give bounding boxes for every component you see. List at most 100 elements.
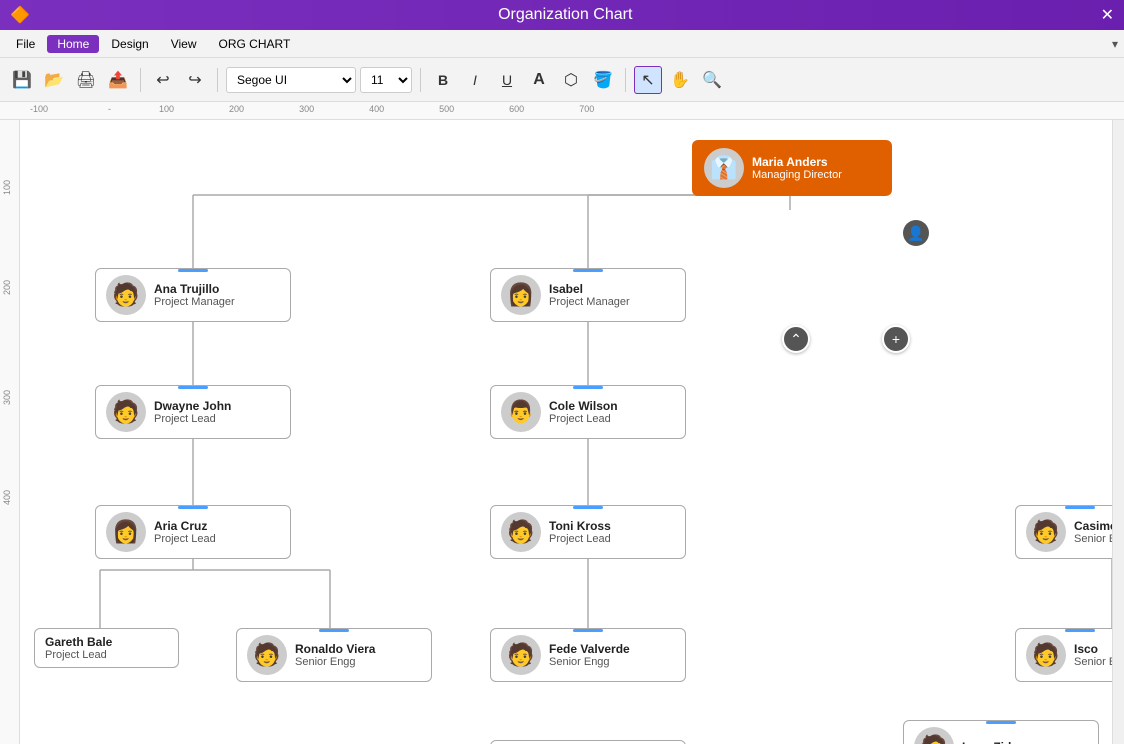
- avatar-luca: 🧑: [914, 727, 954, 744]
- left-ruler: 100 200 300 400: [0, 120, 20, 744]
- node-title-isco: Senior E...: [1074, 656, 1112, 668]
- avatar-isco: 🧑: [1026, 635, 1066, 675]
- separator-2: [217, 68, 218, 92]
- node-name-ronaldo: Ronaldo Viera: [295, 642, 375, 656]
- node-info-ronaldo: Ronaldo Viera Senior Engg: [295, 642, 375, 668]
- save-button[interactable]: 💾: [8, 66, 36, 94]
- zoom-tool-button[interactable]: 🔍: [698, 66, 726, 94]
- node-title-gareth: Project Lead: [45, 649, 112, 661]
- accent-bar-fede: [573, 629, 603, 632]
- avatar-ronaldo: 🧑: [247, 635, 287, 675]
- separator-3: [420, 68, 421, 92]
- node-bottom-placeholder[interactable]: [490, 740, 686, 744]
- node-info-ana: Ana Trujillo Project Manager: [154, 282, 235, 308]
- accent-bar-dwayne: [178, 386, 208, 389]
- accent-bar-toni: [573, 506, 603, 509]
- node-isabel[interactable]: 👩 Isabel Project Manager: [490, 268, 686, 322]
- node-name-isco: Isco: [1074, 642, 1112, 656]
- node-cole-wilson[interactable]: 👨 Cole Wilson Project Lead: [490, 385, 686, 439]
- node-title-aria: Project Lead: [154, 533, 216, 545]
- menu-file[interactable]: File: [6, 35, 45, 53]
- menubar: File Home Design View ORG CHART ▾: [0, 30, 1124, 58]
- node-casimer[interactable]: 🧑 Casimer Senior E...: [1015, 505, 1112, 559]
- menu-design[interactable]: Design: [101, 35, 158, 53]
- accent-bar-ana: [178, 269, 208, 272]
- close-button[interactable]: ✕: [1101, 5, 1114, 25]
- node-name-ana: Ana Trujillo: [154, 282, 235, 296]
- menu-home[interactable]: Home: [47, 35, 99, 53]
- node-ana-trujillo[interactable]: 🧑 Ana Trujillo Project Manager: [95, 268, 291, 322]
- node-luca-zidane[interactable]: 🧑 Luca Zidane: [903, 720, 1099, 744]
- node-maria-anders[interactable]: 👔 Maria Anders Managing Director: [692, 140, 892, 196]
- collapse-button[interactable]: ⌃: [782, 325, 810, 353]
- bold-button[interactable]: B: [429, 66, 457, 94]
- underline-button[interactable]: U: [493, 66, 521, 94]
- font-color-button[interactable]: A: [525, 66, 553, 94]
- node-name-fede: Fede Valverde: [549, 642, 630, 656]
- window-title: Organization Chart: [498, 6, 632, 24]
- node-name-dwayne: Dwayne John: [154, 399, 231, 413]
- avatar-dwayne: 🧑: [106, 392, 146, 432]
- node-name-casimer: Casimer: [1074, 519, 1112, 533]
- node-gareth-bale[interactable]: Gareth Bale Project Lead: [34, 628, 179, 668]
- toolbar: 💾 📂 🖨 📤 ↩ ↪ Segoe UI 11 B I U A ⬡ 🪣 ↖ ✋ …: [0, 58, 1124, 102]
- avatar-cole: 👨: [501, 392, 541, 432]
- share-button[interactable]: 📤: [104, 66, 132, 94]
- node-name-maria: Maria Anders: [752, 155, 842, 169]
- node-title-ronaldo: Senior Engg: [295, 656, 375, 668]
- accent-bar-isco: [1065, 629, 1095, 632]
- fill-color-button[interactable]: 🪣: [589, 66, 617, 94]
- menu-view[interactable]: View: [161, 35, 207, 53]
- node-isco[interactable]: 🧑 Isco Senior E...: [1015, 628, 1112, 682]
- open-button[interactable]: 📂: [40, 66, 68, 94]
- menu-orgchart[interactable]: ORG CHART: [209, 35, 301, 53]
- node-title-dwayne: Project Lead: [154, 413, 231, 425]
- redo-button[interactable]: ↪: [181, 66, 209, 94]
- node-info-luca: Luca Zidane: [962, 740, 1032, 744]
- node-fede-valverde[interactable]: 🧑 Fede Valverde Senior Engg: [490, 628, 686, 682]
- node-info-cole: Cole Wilson Project Lead: [549, 399, 618, 425]
- app-icon: 🔶: [10, 5, 30, 25]
- avatar-maria: 👔: [704, 148, 744, 188]
- font-size-select[interactable]: 11: [360, 67, 412, 93]
- add-child-button[interactable]: +: [882, 325, 910, 353]
- node-info-casimer: Casimer Senior E...: [1074, 519, 1112, 545]
- node-title-isabel: Project Manager: [549, 296, 630, 308]
- node-options-button[interactable]: 👤: [903, 220, 929, 246]
- shade-button[interactable]: ⬡: [557, 66, 585, 94]
- node-dwayne-john[interactable]: 🧑 Dwayne John Project Lead: [95, 385, 291, 439]
- node-name-aria: Aria Cruz: [154, 519, 216, 533]
- undo-button[interactable]: ↩: [149, 66, 177, 94]
- vertical-scrollbar[interactable]: [1112, 120, 1124, 744]
- avatar-fede: 🧑: [501, 635, 541, 675]
- node-info-gareth: Gareth Bale Project Lead: [45, 635, 112, 661]
- node-title-cole: Project Lead: [549, 413, 618, 425]
- avatar-toni: 🧑: [501, 512, 541, 552]
- print-button[interactable]: 🖨: [72, 66, 100, 94]
- node-title-casimer: Senior E...: [1074, 533, 1112, 545]
- italic-button[interactable]: I: [461, 66, 489, 94]
- node-name-cole: Cole Wilson: [549, 399, 618, 413]
- org-chart-canvas[interactable]: 👔 Maria Anders Managing Director ⌃ + 👤 🧑…: [20, 120, 1112, 744]
- accent-bar-cole: [573, 386, 603, 389]
- node-ronaldo-viera[interactable]: 🧑 Ronaldo Viera Senior Engg: [236, 628, 432, 682]
- accent-bar-casimer: [1065, 506, 1095, 509]
- accent-bar-aria: [178, 506, 208, 509]
- select-tool-button[interactable]: ↖: [634, 66, 662, 94]
- node-info-fede: Fede Valverde Senior Engg: [549, 642, 630, 668]
- separator-4: [625, 68, 626, 92]
- node-toni-kross[interactable]: 🧑 Toni Kross Project Lead: [490, 505, 686, 559]
- avatar-isabel: 👩: [501, 275, 541, 315]
- node-name-luca: Luca Zidane: [962, 740, 1032, 744]
- node-aria-cruz[interactable]: 👩 Aria Cruz Project Lead: [95, 505, 291, 559]
- node-title-fede: Senior Engg: [549, 656, 630, 668]
- node-name-isabel: Isabel: [549, 282, 630, 296]
- ruler-marks: -100 - 100 200 300 400 500 600 700: [30, 104, 649, 114]
- canvas-area: 100 200 300 400: [0, 120, 1124, 744]
- node-title-ana: Project Manager: [154, 296, 235, 308]
- pan-tool-button[interactable]: ✋: [666, 66, 694, 94]
- font-family-select[interactable]: Segoe UI: [226, 67, 356, 93]
- node-info-isco: Isco Senior E...: [1074, 642, 1112, 668]
- avatar-aria: 👩: [106, 512, 146, 552]
- node-info-dwayne: Dwayne John Project Lead: [154, 399, 231, 425]
